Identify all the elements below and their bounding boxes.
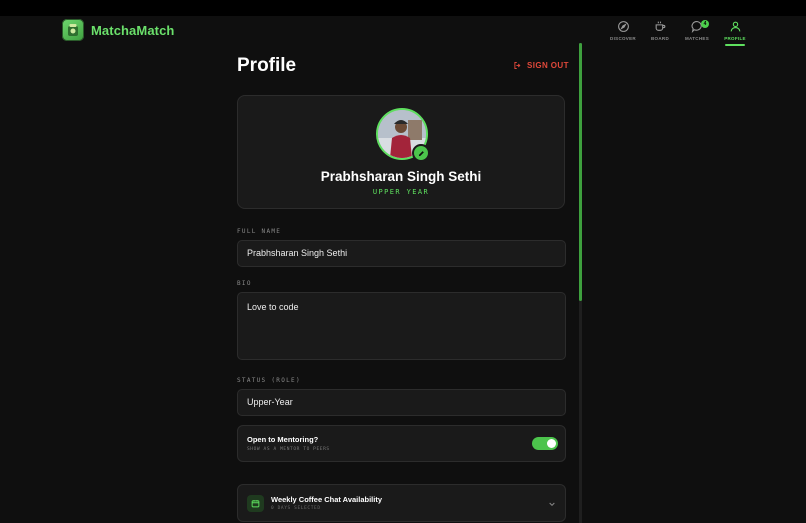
availability-title: Weekly Coffee Chat Availability [271, 495, 383, 504]
scrollbar[interactable] [579, 43, 582, 523]
mentoring-card: Open to Mentoring? SHOW AS A MENTOR TO P… [237, 425, 566, 462]
page-title: Profile [237, 55, 297, 76]
sign-out-label: SIGN OUT [527, 61, 569, 70]
pencil-icon [418, 150, 424, 156]
mentoring-title: Open to Mentoring? [247, 435, 319, 444]
full-name-label: FULL NAME [237, 228, 282, 235]
nav-discover[interactable]: DISCOVER [603, 20, 643, 41]
compass-icon [617, 21, 629, 32]
chevron-down-icon [549, 502, 555, 507]
nav-discover-label: DISCOVER [610, 36, 636, 41]
calendar-icon [247, 495, 264, 512]
brand-name[interactable]: MatchaMatch [91, 23, 174, 38]
nav-board[interactable]: BOARD [640, 20, 680, 41]
matches-badge: 4 [701, 20, 709, 28]
nav-board-label: BOARD [651, 36, 669, 41]
logo-icon[interactable] [62, 19, 84, 41]
sign-out-icon [514, 62, 521, 69]
availability-dropdown[interactable]: Weekly Coffee Chat Availability 0 DAYS S… [237, 484, 566, 522]
nav-profile-label: PROFILE [724, 36, 746, 41]
full-name-input[interactable]: Prabhsharan Singh Sethi [237, 240, 566, 267]
bio-label: BIO [237, 280, 252, 287]
profile-name: Prabhsharan Singh Sethi [320, 169, 482, 184]
bio-textarea[interactable]: Love to code [237, 292, 566, 360]
coffee-cup-icon [655, 21, 665, 31]
navbar: MatchaMatch DISCOVER BOARD 4 MATCHES PRO… [0, 16, 806, 46]
nav-active-indicator [725, 44, 745, 46]
sign-out-button[interactable]: SIGN OUT [513, 61, 569, 70]
profile-card: Prabhsharan Singh Sethi UPPER YEAR [237, 95, 565, 209]
edit-avatar-button[interactable] [412, 144, 430, 162]
profile-role: UPPER YEAR [372, 188, 430, 196]
availability-subtitle: 0 DAYS SELECTED [271, 506, 321, 511]
nav-profile[interactable]: PROFILE [715, 20, 755, 41]
status-label: STATUS (ROLE) [237, 377, 301, 384]
nav-matches[interactable]: 4 MATCHES [677, 20, 717, 41]
user-icon [730, 21, 740, 32]
nav-matches-label: MATCHES [684, 36, 709, 41]
toggle-knob [547, 439, 556, 448]
top-strip [0, 0, 806, 16]
mentoring-subtitle: SHOW AS A MENTOR TO PEERS [247, 447, 330, 452]
status-select[interactable]: Upper-Year [237, 389, 566, 416]
scrollbar-thumb[interactable] [579, 43, 582, 301]
mentoring-toggle[interactable] [532, 437, 558, 450]
